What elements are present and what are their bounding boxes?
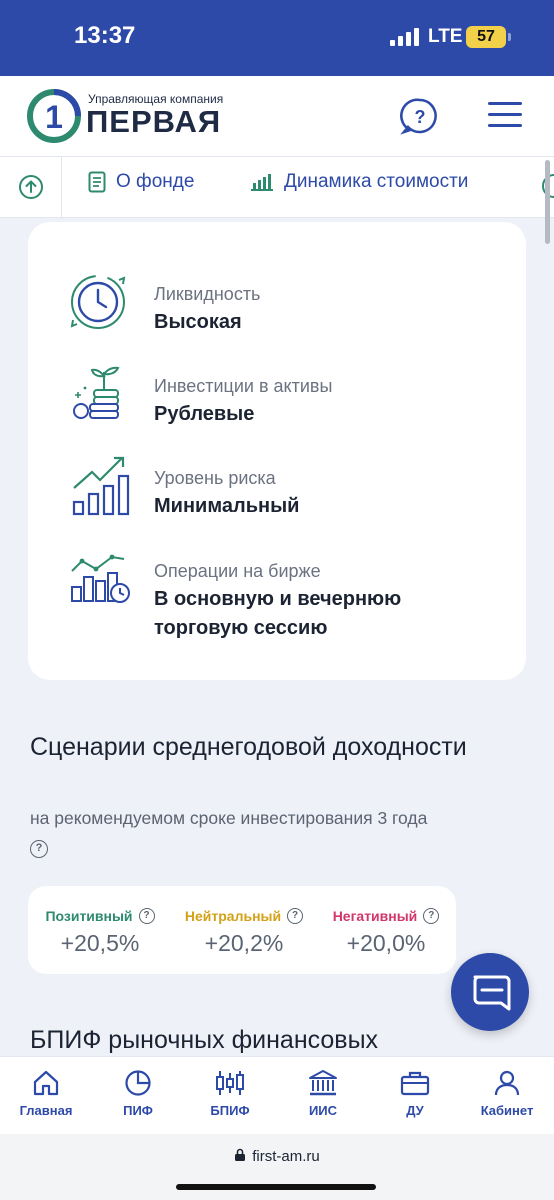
battery-icon: 57	[466, 26, 506, 48]
menu-bar-icon	[488, 124, 522, 127]
scenario-neutral: Нейтральный ? +20,2%	[182, 908, 306, 957]
lock-icon	[235, 1148, 246, 1161]
exchange-chart-icon	[71, 554, 130, 603]
nav-bpif[interactable]: БПИФ	[184, 1069, 276, 1118]
scenario-label: Нейтральный	[184, 908, 282, 924]
menu-bar-icon	[488, 102, 522, 105]
feature-value: Рублевые	[154, 403, 255, 425]
scrollbar-thumb[interactable]	[545, 160, 550, 244]
nav-label: ИИС	[308, 1103, 338, 1118]
svg-text:?: ?	[415, 107, 426, 127]
scenario-value: +20,2%	[204, 930, 284, 956]
logo-digit: 1	[45, 99, 63, 135]
question-icon[interactable]: ?	[138, 908, 155, 924]
plant-coins-icon	[73, 366, 120, 419]
scenarios-card: Позитивный ? +20,5% Нейтральный ? +20,2%…	[28, 886, 456, 974]
nav-cabinet[interactable]: Кабинет	[461, 1069, 553, 1118]
home-icon	[33, 1070, 59, 1096]
scenario-value: +20,5%	[60, 930, 140, 956]
arrow-up-circle-icon	[19, 175, 43, 199]
tab-label: Динамика стоимости	[284, 171, 469, 192]
scenarios-title: Сценарии среднегодовой доходности	[30, 733, 467, 761]
signal-icon	[390, 28, 419, 46]
nav-pif[interactable]: ПИФ	[92, 1069, 184, 1118]
scenario-label: Позитивный	[45, 908, 133, 924]
nav-label: БПИФ	[210, 1103, 250, 1118]
nav-label: Главная	[19, 1103, 73, 1118]
menu-bar-icon	[488, 113, 522, 116]
status-time: 13:37	[74, 22, 136, 49]
nav-label: ДУ	[406, 1103, 424, 1118]
pie-chart-icon	[125, 1070, 151, 1096]
feature-value: Минимальный	[154, 495, 300, 517]
scenario-positive: Позитивный ? +20,5%	[44, 908, 156, 957]
scenario-value: +20,0%	[346, 930, 426, 956]
feature-label: Инвестиции в активы	[154, 376, 333, 396]
candlestick-icon	[216, 1071, 244, 1095]
bar-chart-icon	[251, 174, 273, 191]
tab-label: О фонде	[116, 171, 195, 192]
feature-label: Операции на бирже	[154, 561, 321, 581]
tab-about-fund[interactable]: О фонде	[88, 171, 194, 193]
company-logo-icon[interactable]: 1	[26, 88, 82, 144]
browser-bar: first-am.ru	[0, 1134, 554, 1200]
network-type: LTE	[428, 26, 463, 47]
scenario-negative: Негативный ? +20,0%	[330, 908, 442, 957]
scroll-up-tab[interactable]	[0, 157, 62, 217]
bottom-nav: Главная ПИФ БПИФ ИИС ДУ Кабинет	[0, 1056, 554, 1134]
feature-value: В основную и вечернюю торговую сессию	[154, 588, 402, 639]
question-icon[interactable]: ?	[287, 908, 304, 924]
next-section-title: БПИФ рыночных финансовых	[30, 1026, 379, 1054]
address-bar[interactable]: first-am.ru	[0, 1148, 554, 1165]
bank-icon	[309, 1070, 337, 1096]
question-icon[interactable]: ?	[30, 836, 48, 858]
fund-features-card: Ликвидность Высокая Инвестиции в активы …	[28, 222, 526, 680]
status-bar: 13:37 LTE 57	[0, 0, 554, 76]
logo-name[interactable]: ПЕРВАЯ	[86, 104, 221, 140]
document-icon	[88, 171, 106, 193]
help-chat-icon[interactable]: ?	[400, 96, 440, 136]
question-icon[interactable]: ?	[423, 908, 440, 924]
briefcase-icon	[400, 1071, 430, 1096]
scenario-label: Негативный	[332, 908, 418, 924]
url-text: first-am.ru	[252, 1148, 320, 1165]
feature-label: Уровень риска	[154, 468, 276, 488]
menu-button[interactable]	[488, 102, 522, 128]
chat-button[interactable]	[451, 953, 529, 1031]
growth-chart-icon	[72, 456, 130, 516]
nav-du[interactable]: ДУ	[369, 1069, 461, 1118]
nav-label: ПИФ	[123, 1103, 153, 1118]
battery-tip	[508, 33, 511, 41]
chat-bubble-icon	[473, 975, 511, 1011]
site-header: 1 Управляющая компания ПЕРВАЯ ?	[0, 76, 554, 156]
scenarios-subtitle: на рекомендуемом сроке инвестирования 3 …	[30, 808, 428, 828]
nav-home[interactable]: Главная	[0, 1069, 92, 1118]
feature-label: Ликвидность	[154, 284, 261, 304]
user-icon	[494, 1070, 520, 1096]
section-tabs: О фонде Динамика стоимости	[0, 156, 554, 218]
tab-value-dynamics[interactable]: Динамика стоимости	[250, 171, 468, 193]
nav-iis[interactable]: ИИС	[277, 1069, 369, 1118]
home-indicator[interactable]	[176, 1184, 376, 1190]
feature-value: Высокая	[154, 311, 242, 333]
clock-icon	[70, 275, 126, 329]
nav-label: Кабинет	[480, 1103, 534, 1118]
